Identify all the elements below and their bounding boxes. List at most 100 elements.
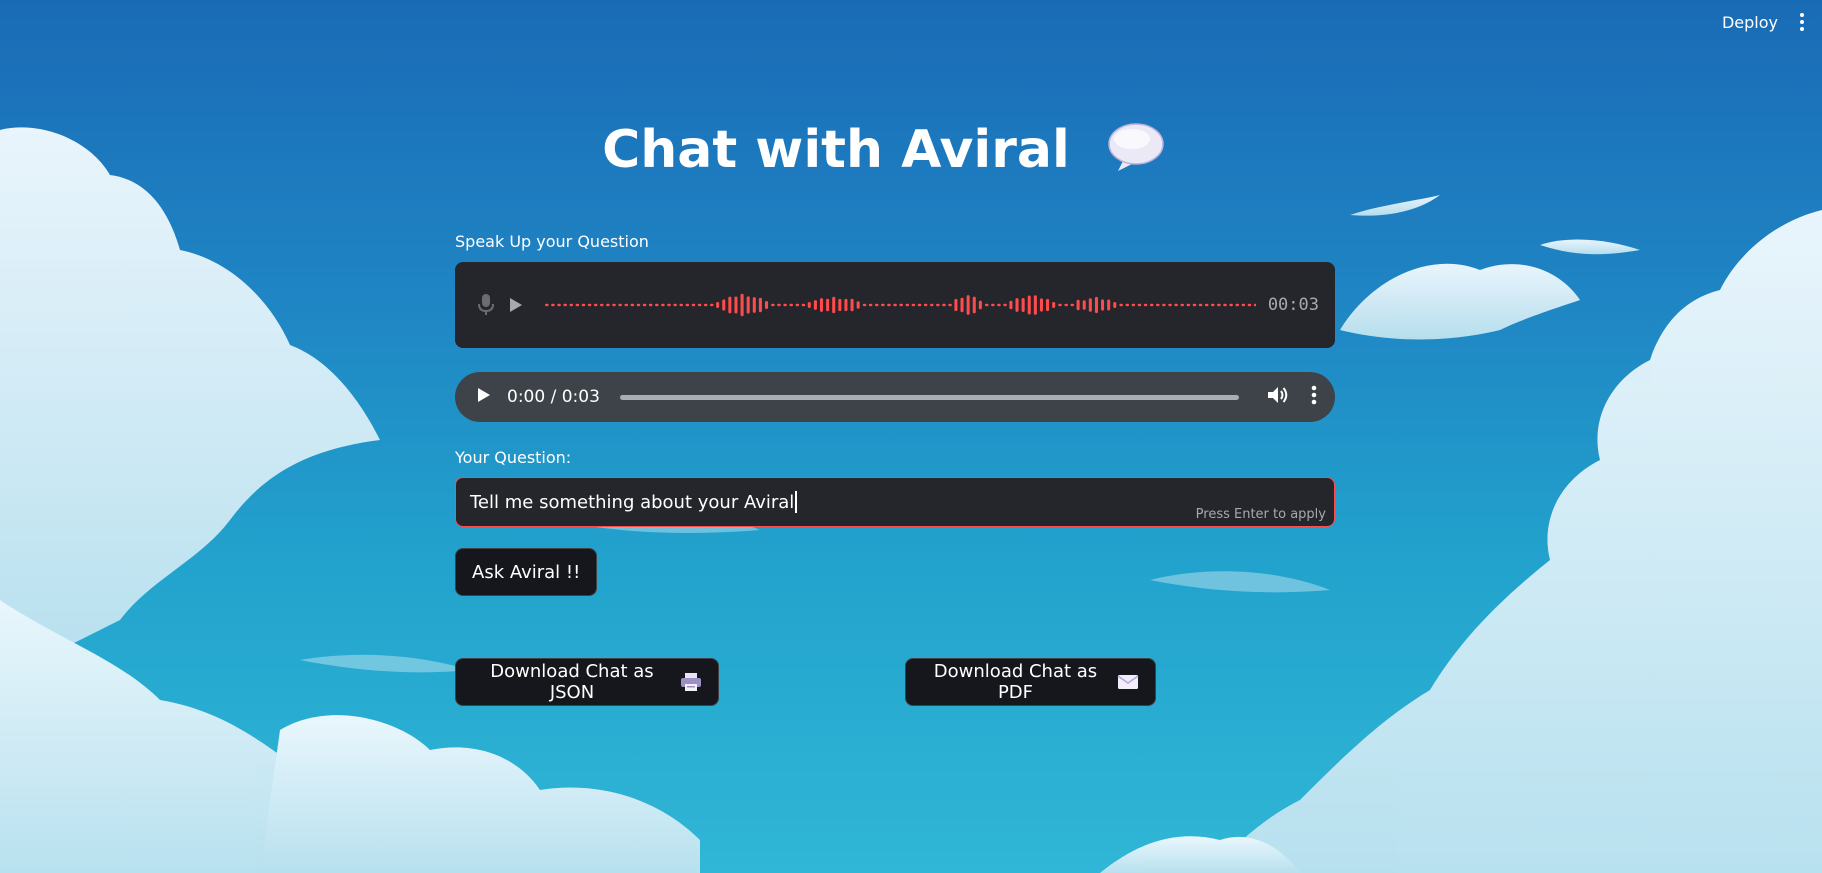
waveform-bar — [868, 303, 873, 307]
audio-recorder: 00:03 — [455, 262, 1335, 348]
waveform-bar — [1247, 303, 1252, 307]
main-menu-icon[interactable] — [1796, 9, 1808, 35]
waveform-bar — [887, 303, 891, 307]
play-recording-icon[interactable] — [501, 290, 531, 320]
speech-bubble-icon — [1106, 121, 1166, 186]
waveform-bar — [703, 303, 708, 307]
player-time: 0:00 / 0:03 — [507, 387, 600, 407]
waveform-bar — [569, 303, 574, 307]
waveform-bar — [1094, 296, 1098, 314]
waveform-bar — [991, 303, 995, 307]
waveform-bar — [905, 303, 910, 307]
waveform-bar — [1149, 303, 1154, 307]
waveform-bar — [1009, 300, 1013, 310]
ask-aviral-button[interactable]: Ask Aviral !! — [455, 548, 598, 596]
waveform-bar — [911, 303, 916, 307]
waveform-bar — [1162, 303, 1166, 307]
waveform-bar — [593, 303, 598, 307]
waveform-bar — [606, 303, 610, 307]
waveform-bar — [1211, 303, 1215, 307]
waveform-bar — [1253, 303, 1256, 307]
waveform-bar — [710, 303, 714, 307]
deploy-button[interactable]: Deploy — [1722, 13, 1778, 32]
waveform-bar — [1217, 303, 1221, 307]
waveform-bar — [612, 303, 616, 307]
waveform-bar — [1174, 303, 1178, 307]
waveform-bar — [881, 303, 885, 307]
waveform-bar — [1027, 295, 1031, 315]
waveform-bar — [545, 303, 549, 307]
waveform-bar — [972, 296, 976, 314]
ask-aviral-label: Ask Aviral !! — [472, 561, 581, 583]
waveform-bar — [642, 303, 647, 307]
top-toolbar: Deploy — [1722, 0, 1822, 44]
waveform-bar — [557, 303, 561, 307]
voice-label: Speak Up your Question — [455, 232, 649, 251]
waveform-bar — [771, 303, 775, 307]
question-input-value[interactable]: Tell me something about your Aviral — [470, 492, 794, 513]
waveform-bar — [1082, 300, 1086, 310]
waveform-bar — [1143, 303, 1148, 307]
waveform-bar — [600, 303, 604, 307]
waveform-bar — [1241, 303, 1246, 307]
waveform-bar — [1137, 303, 1142, 307]
waveform-bar — [722, 299, 726, 311]
volume-icon[interactable] — [1267, 385, 1289, 409]
waveform-bar — [899, 303, 903, 307]
waveform-bar — [1119, 303, 1123, 307]
waveform-bar — [752, 297, 756, 313]
waveform-bar — [960, 297, 964, 313]
download-json-button[interactable]: Download Chat as JSON — [455, 658, 719, 706]
waveform-bar — [862, 303, 867, 307]
waveform-bar — [648, 303, 653, 307]
microphone-icon[interactable] — [471, 290, 501, 320]
download-pdf-label: Download Chat as PDF — [933, 661, 1098, 703]
printer-icon — [680, 672, 702, 692]
waveform-bar — [1198, 303, 1203, 307]
waveform-bar — [587, 303, 592, 307]
waveform-bar — [1052, 302, 1056, 308]
waveform-bar — [746, 296, 750, 314]
waveform-bar — [581, 303, 586, 307]
question-label: Your Question: — [455, 448, 572, 467]
waveform-bar — [618, 303, 622, 307]
waveform-bar — [758, 297, 762, 313]
waveform-bar — [1235, 303, 1240, 307]
player-play-icon[interactable] — [477, 387, 491, 407]
waveform-bar — [685, 303, 690, 307]
audio-player: 0:00 / 0:03 — [455, 372, 1335, 422]
question-input[interactable]: Tell me something about your Aviral Pres… — [455, 477, 1335, 527]
page-title: Chat with Aviral — [0, 120, 1768, 186]
waveform-bar — [929, 303, 934, 307]
waveform-bar — [874, 303, 879, 307]
waveform-bar — [636, 303, 641, 307]
waveform-bar — [1113, 302, 1117, 308]
waveform-bar — [795, 303, 800, 307]
waveform-bar — [954, 298, 958, 312]
waveform-bar — [850, 298, 854, 312]
player-more-icon[interactable] — [1311, 385, 1317, 409]
waveform-bar — [624, 303, 629, 307]
waveform-bar — [1186, 303, 1191, 307]
waveform-bar — [697, 303, 702, 307]
text-caret — [795, 491, 798, 513]
waveform-bar — [942, 303, 946, 307]
waveform-bar — [826, 298, 830, 312]
waveform-bar — [673, 303, 677, 307]
waveform-bar — [655, 303, 659, 307]
waveform-bar — [1125, 303, 1130, 307]
waveform-bar — [734, 296, 738, 314]
waveform-bar — [948, 303, 952, 307]
waveform-bar — [984, 303, 989, 307]
waveform-bar — [997, 303, 1001, 307]
player-progress-bar[interactable] — [619, 394, 1239, 400]
download-pdf-button[interactable]: Download Chat as PDF — [905, 658, 1156, 706]
waveform-bar — [783, 303, 787, 307]
waveform-bar — [844, 298, 848, 312]
waveform-bar — [1003, 303, 1007, 307]
waveform-bar — [1192, 303, 1197, 307]
waveform-bar — [801, 303, 806, 307]
waveform-bar — [1046, 298, 1050, 312]
waveform-bar — [661, 303, 665, 307]
waveform-bar — [893, 303, 897, 307]
